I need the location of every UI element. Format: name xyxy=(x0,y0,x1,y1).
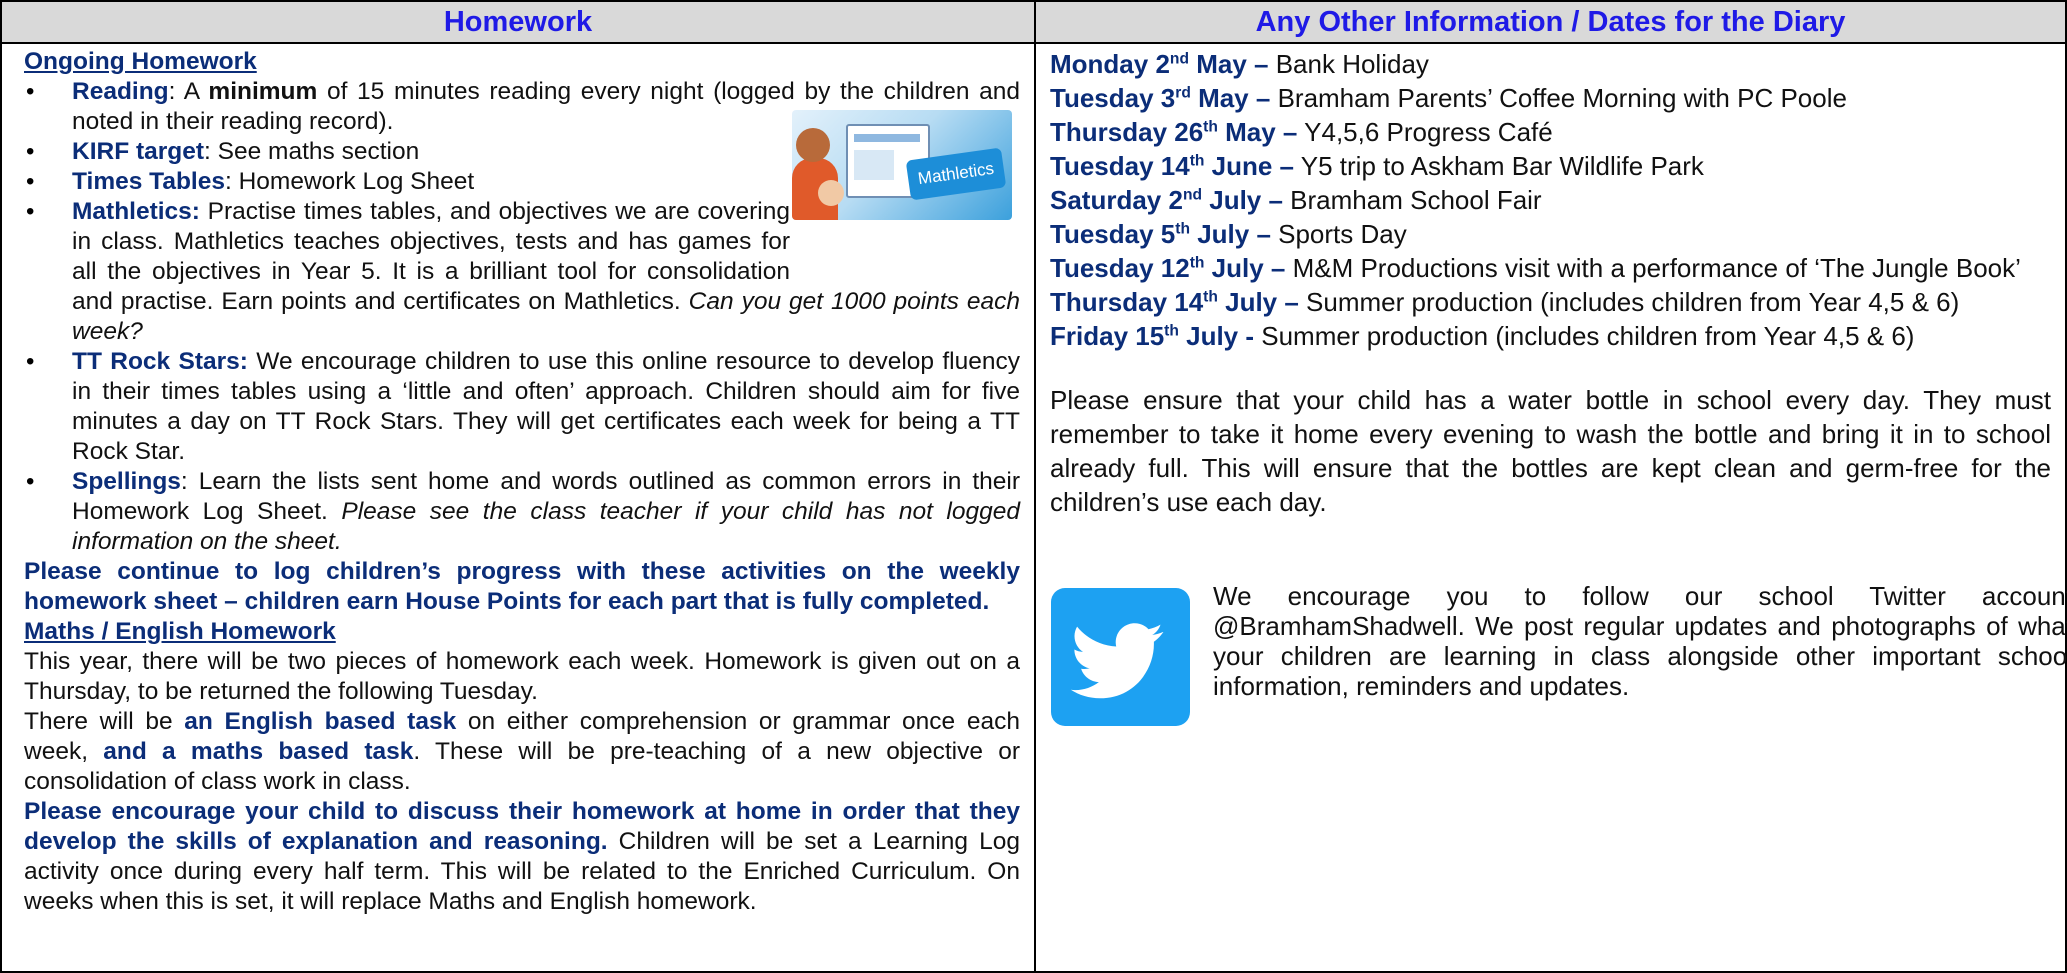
diary-date-row: Tuesday 12th July – M&M Productions visi… xyxy=(1050,253,2021,283)
diary-date-row: Monday 2nd May – Bank Holiday xyxy=(1050,49,1429,79)
reading-label: Reading xyxy=(72,78,169,105)
maths-english-title: Maths / English Homework xyxy=(24,618,336,645)
times-tables-text: : Homework Log Sheet xyxy=(224,168,475,195)
mathletics-image: Mathletics xyxy=(792,110,1012,220)
spellings-label: Spellings xyxy=(72,468,181,495)
diary-date-row: Thursday 26th May – Y4,5,6 Progress Café xyxy=(1050,117,1553,147)
homework-column: Homework Ongoing Homework Reading: A min… xyxy=(2,2,1036,971)
reading-text: : A xyxy=(168,78,209,105)
newsletter-table: Homework Ongoing Homework Reading: A min… xyxy=(0,0,2067,973)
mathletics-label: Mathletics: xyxy=(72,198,200,225)
water-bottle-note: Please ensure that your child has a wate… xyxy=(1050,385,2051,517)
log-progress-note: Please continue to log children’s progre… xyxy=(24,558,1020,615)
list-item-spellings: Spellings: Learn the lists sent home and… xyxy=(26,467,1020,557)
diary-date-row: Saturday 2nd July – Bramham School Fair xyxy=(1050,185,1542,215)
ongoing-homework-title: Ongoing Homework xyxy=(24,48,257,75)
diary-dates-list: Monday 2nd May – Bank Holiday Tuesday 3r… xyxy=(1050,47,2051,353)
maths-paragraph-1: This year, there will be two pieces of h… xyxy=(24,648,1020,705)
twitter-bird-icon xyxy=(1051,588,1190,726)
maths-paragraph-2: There will be an English based task on e… xyxy=(24,708,1020,795)
kirf-text: : See maths section xyxy=(204,138,420,165)
diary-date-row: Tuesday 14th June – Y5 trip to Askham Ba… xyxy=(1050,151,1704,181)
twitter-bird-svg xyxy=(1070,623,1164,699)
information-column: Any Other Information / Dates for the Di… xyxy=(1036,2,2067,971)
maths-task: and a maths based task xyxy=(103,738,414,765)
maths-paragraph-3: Please encourage your child to discuss t… xyxy=(24,798,1020,915)
information-heading: Any Other Information / Dates for the Di… xyxy=(1036,2,2065,44)
twitter-note: We encourage you to follow our school Tw… xyxy=(1213,581,2067,701)
tt-rock-stars-label: TT Rock Stars: xyxy=(72,348,248,375)
diary-date-row: Friday 15th July - Summer production (in… xyxy=(1050,321,1915,351)
reading-minimum: minimum xyxy=(208,78,318,105)
information-body: Monday 2nd May – Bank Holiday Tuesday 3r… xyxy=(1036,44,2065,519)
list-item-tt-rock-stars: TT Rock Stars: We encourage children to … xyxy=(26,347,1020,467)
times-tables-label: Times Tables xyxy=(72,168,225,195)
diary-date-row: Tuesday 5th July – Sports Day xyxy=(1050,219,1407,249)
kirf-label: KIRF target xyxy=(72,138,205,165)
homework-heading: Homework xyxy=(2,2,1034,44)
diary-date-row: Thursday 14th July – Summer production (… xyxy=(1050,287,1960,317)
english-task: an English based task xyxy=(184,708,457,735)
diary-date-row: Tuesday 3rd May – Bramham Parents’ Coffe… xyxy=(1050,83,1847,113)
